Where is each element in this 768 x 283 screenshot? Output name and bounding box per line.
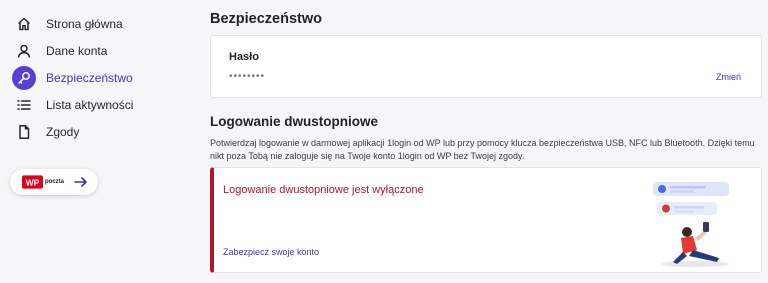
password-label: Hasło <box>229 51 259 63</box>
sidebar-item-label: Bezpieczeństwo <box>46 71 133 85</box>
arrow-right-icon <box>74 175 88 189</box>
twofa-illustration <box>653 182 729 267</box>
user-icon <box>12 39 36 63</box>
list-icon <box>12 93 36 117</box>
sidebar-item-label: Dane konta <box>46 44 108 58</box>
twofa-section-title: Logowanie dwustopniowe <box>210 114 378 129</box>
twofa-card: Logowanie dwustopniowe jest wyłączone Za… <box>210 167 762 273</box>
change-password-link[interactable]: Zmień <box>716 72 741 82</box>
twofa-description: Potwierdzaj logowanie w darmowej aplikac… <box>210 138 755 161</box>
poczta-label: poczta <box>44 179 64 185</box>
sidebar-item-label: Strona główna <box>46 17 123 31</box>
sidebar: Strona główna Dane konta Bezpieczeństwo … <box>0 0 190 283</box>
document-icon <box>12 120 36 144</box>
home-icon <box>12 12 36 36</box>
sidebar-item-activity[interactable]: Lista aktywności <box>12 93 190 117</box>
key-icon <box>12 66 36 90</box>
secure-account-link[interactable]: Zabezpiecz swoje konto <box>223 247 319 257</box>
sidebar-item-label: Zgody <box>46 125 80 139</box>
sidebar-item-consents[interactable]: Zgody <box>12 120 190 144</box>
sidebar-item-account[interactable]: Dane konta <box>12 39 190 63</box>
password-card: Hasło •••••••• Zmień <box>210 35 762 98</box>
twofa-status-text: Logowanie dwustopniowe jest wyłączone <box>223 184 424 196</box>
password-masked-value: •••••••• <box>229 71 266 82</box>
sidebar-item-label: Lista aktywności <box>46 98 134 112</box>
sidebar-item-security[interactable]: Bezpieczeństwo <box>12 66 190 90</box>
sidebar-item-home[interactable]: Strona główna <box>12 12 190 36</box>
wp-poczta-logo: WP poczta <box>22 175 64 189</box>
wp-logo-text: WP <box>26 177 40 187</box>
wp-poczta-button[interactable]: WP poczta <box>10 169 98 195</box>
page-title: Bezpieczeństwo <box>210 11 322 27</box>
